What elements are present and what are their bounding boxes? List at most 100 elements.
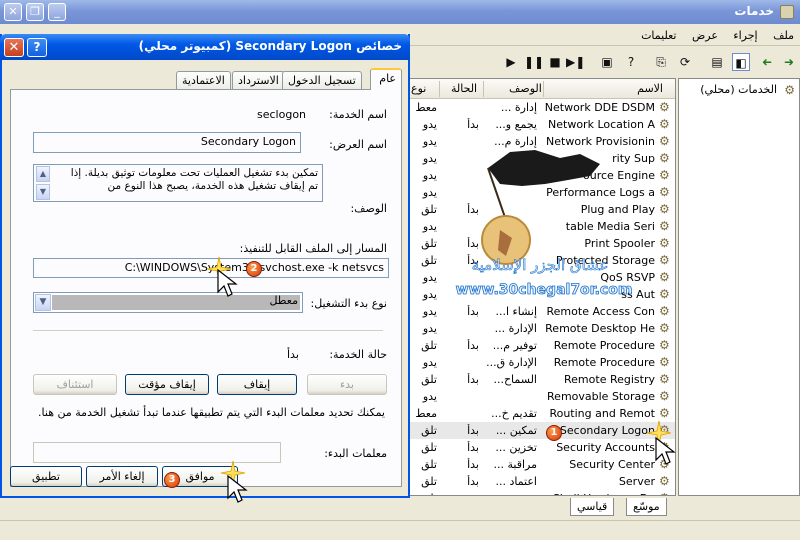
minimize-icon[interactable]: _	[48, 3, 66, 21]
column-description[interactable]: الوصف	[509, 82, 542, 95]
display-name-field[interactable]: Secondary Logon	[33, 132, 301, 153]
service-name-cell: Network Location A	[548, 118, 655, 131]
startup-type-highlight	[52, 295, 300, 310]
service-description-cell: تخزين ...	[495, 441, 537, 454]
service-status-cell: بدأ	[467, 373, 479, 386]
table-row[interactable]: ⚙Security Accountsتخزين ...بدأتلق	[409, 439, 675, 456]
gear-icon: ⚙	[659, 338, 670, 352]
close-icon[interactable]: ✕	[4, 38, 24, 57]
service-status-cell: بدأ	[467, 305, 479, 318]
table-row[interactable]: ⚙ Network Location A يجمع و... بدأ يدو	[409, 116, 675, 133]
table-row[interactable]: ⚙ Remote Registry السماح... بدأ تلق	[409, 371, 675, 388]
play-icon[interactable]: ▶	[502, 53, 520, 71]
service-name-cell: Network Provisionin	[546, 135, 655, 148]
console-icon[interactable]: ▣	[598, 53, 616, 71]
scroll-up-icon[interactable]: ▲	[36, 166, 50, 182]
pause-button[interactable]: إيقاف مؤقت	[125, 374, 209, 395]
close-icon[interactable]: ✕	[4, 3, 22, 21]
table-row[interactable]: ⚙ Remote Procedure الإدارة ق... يدو	[409, 354, 675, 371]
table-row[interactable]: ⚙ Plug and Play بدأ تلق	[409, 201, 675, 218]
description-text: تمكين بدء تشغيل العمليات تحت معلومات توث…	[70, 167, 318, 192]
restart-icon[interactable]: ▶❚	[566, 53, 585, 71]
gear-icon: ⚙	[659, 491, 673, 495]
table-row[interactable]: ⚙ Remote Procedure توفير م... بدأ تلق	[409, 337, 675, 354]
properties-icon[interactable]: ▤	[708, 53, 726, 71]
tab-recovery[interactable]: الاسترداد	[232, 71, 285, 90]
back-arrow-icon[interactable]: ➜	[780, 53, 798, 71]
gear-icon: ⚙	[659, 389, 670, 403]
export-icon[interactable]: ⎘	[652, 53, 670, 71]
table-row[interactable]: ⚙ Network DDE DSDM إدارة ... معط	[409, 99, 675, 116]
show-hide-tree-icon[interactable]: ◧	[732, 53, 750, 71]
column-status[interactable]: الحالة	[451, 82, 477, 95]
tab-extended[interactable]: موسّع	[626, 498, 667, 516]
startup-type-select[interactable]: معطل ▼	[33, 292, 303, 313]
table-row[interactable]: ⚙ Server اعتماد ... بدأ تلق	[409, 473, 675, 490]
tab-logon[interactable]: تسجيل الدخول	[282, 71, 362, 90]
scroll-down-icon[interactable]: ▼	[36, 184, 50, 200]
service-name-cell: Security Center	[569, 458, 655, 471]
gear-icon: ⚙	[659, 304, 670, 318]
refresh-icon[interactable]: ⟳	[676, 53, 694, 71]
table-row[interactable]: ⚙ Security Center مراقبة ... بدأ تلق	[409, 456, 675, 473]
tab-general[interactable]: عام	[370, 68, 402, 90]
column-name[interactable]: الاسم	[637, 82, 663, 95]
table-row[interactable]: ⚙ Routing and Remot تقديم خ... معط	[409, 405, 675, 422]
help-icon[interactable]: ?	[27, 38, 47, 57]
stop-icon[interactable]: ■	[546, 53, 564, 71]
cancel-button[interactable]: إلغاء الأمر	[86, 466, 158, 487]
service-startup-cell: تلق	[409, 492, 437, 495]
menu-help[interactable]: تعليمات	[635, 26, 682, 45]
table-row[interactable]: ⚙ ource Engine يدو	[409, 167, 675, 184]
service-startup-cell: تلق	[421, 424, 437, 437]
service-name-cell: Removable Storage	[547, 390, 655, 403]
service-startup-cell: يدو	[422, 288, 437, 301]
resume-button[interactable]: استئناف	[33, 374, 117, 395]
display-name-label: اسم العرض:	[329, 138, 387, 151]
description-box: تمكين بدء تشغيل العمليات تحت معلومات توث…	[33, 164, 323, 202]
table-row[interactable]: ⚙ Remote Desktop He الإدارة ... يدو	[409, 320, 675, 337]
service-startup-cell: يدو	[422, 186, 437, 199]
pause-icon[interactable]: ❚❚	[524, 53, 544, 71]
menu-file[interactable]: ملف	[767, 26, 800, 45]
table-row[interactable]: ⚙ QoS RSVP يدو	[409, 269, 675, 286]
table-row[interactable]: ⚙ Performance Logs a يدو	[409, 184, 675, 201]
service-startup-cell: تلق	[421, 373, 437, 386]
table-row[interactable]: ⚙ Removable Storage يدو	[409, 388, 675, 405]
startup-type-label: نوع بدء التشغيل:	[310, 297, 387, 310]
properties-dialog: ✕ ? خصائص Secondary Logon (كمبيوتر محلي)…	[0, 34, 410, 498]
column-startup[interactable]: نوع	[411, 82, 426, 95]
services-titlebar: ✕ ❐ _ خدمات	[0, 0, 800, 24]
forward-arrow-icon[interactable]: ➜	[758, 53, 776, 71]
table-row[interactable]: ⚙ Protected Storage بدأ تلق	[409, 252, 675, 269]
table-row[interactable]: ⚙ Shell Hardware De تلق	[409, 490, 675, 495]
status-value: بدأ	[287, 348, 299, 361]
menu-action[interactable]: إجراء	[727, 26, 763, 45]
menu-view[interactable]: عرض	[686, 26, 724, 45]
tree-panel: ⚙ الخدمات (محلي)	[678, 78, 800, 496]
dialog-title: خصائص Secondary Logon (كمبيوتر محلي)	[138, 39, 402, 53]
tab-standard[interactable]: قياسي	[570, 498, 615, 516]
tab-dependencies[interactable]: الاعتمادية	[176, 71, 231, 90]
table-row[interactable]: ⚙ Remote Access Con إنشاء ا... بدأ يدو	[409, 303, 675, 320]
table-row[interactable]: ⚙ ss Aut يدو	[409, 286, 675, 303]
maximize-icon[interactable]: ❐	[26, 3, 44, 21]
tree-item-services-local[interactable]: الخدمات (محلي)	[700, 83, 777, 96]
service-description-cell: يجمع و...	[495, 118, 537, 131]
services-app-icon	[780, 5, 794, 19]
help-icon[interactable]: ?	[622, 53, 640, 71]
table-row[interactable]: ⚙ table Media Seri يدو	[409, 218, 675, 235]
status-label: حالة الخدمة:	[329, 348, 387, 361]
apply-button[interactable]: تطبيق	[10, 466, 82, 487]
chevron-down-icon[interactable]: ▼	[35, 294, 51, 311]
table-row[interactable]: ⚙ Secondary Logon تمكين ... بدأ تلق	[409, 422, 675, 439]
table-row[interactable]: ⚙ Print Spooler بدأ تلق	[409, 235, 675, 252]
service-name-cell: Remote Procedure	[553, 356, 655, 369]
start-button[interactable]: بدء	[307, 374, 387, 395]
stop-button[interactable]: إيقاف	[217, 374, 297, 395]
mouse-cursor-icon	[227, 474, 248, 503]
table-row[interactable]: ⚙ rity Sup يدو	[409, 150, 675, 167]
table-row[interactable]: ⚙ Network Provisionin إدارة م... يدو	[409, 133, 675, 150]
step-marker-1: 1	[546, 425, 562, 441]
service-name-cell: Routing and Remot	[549, 407, 655, 420]
